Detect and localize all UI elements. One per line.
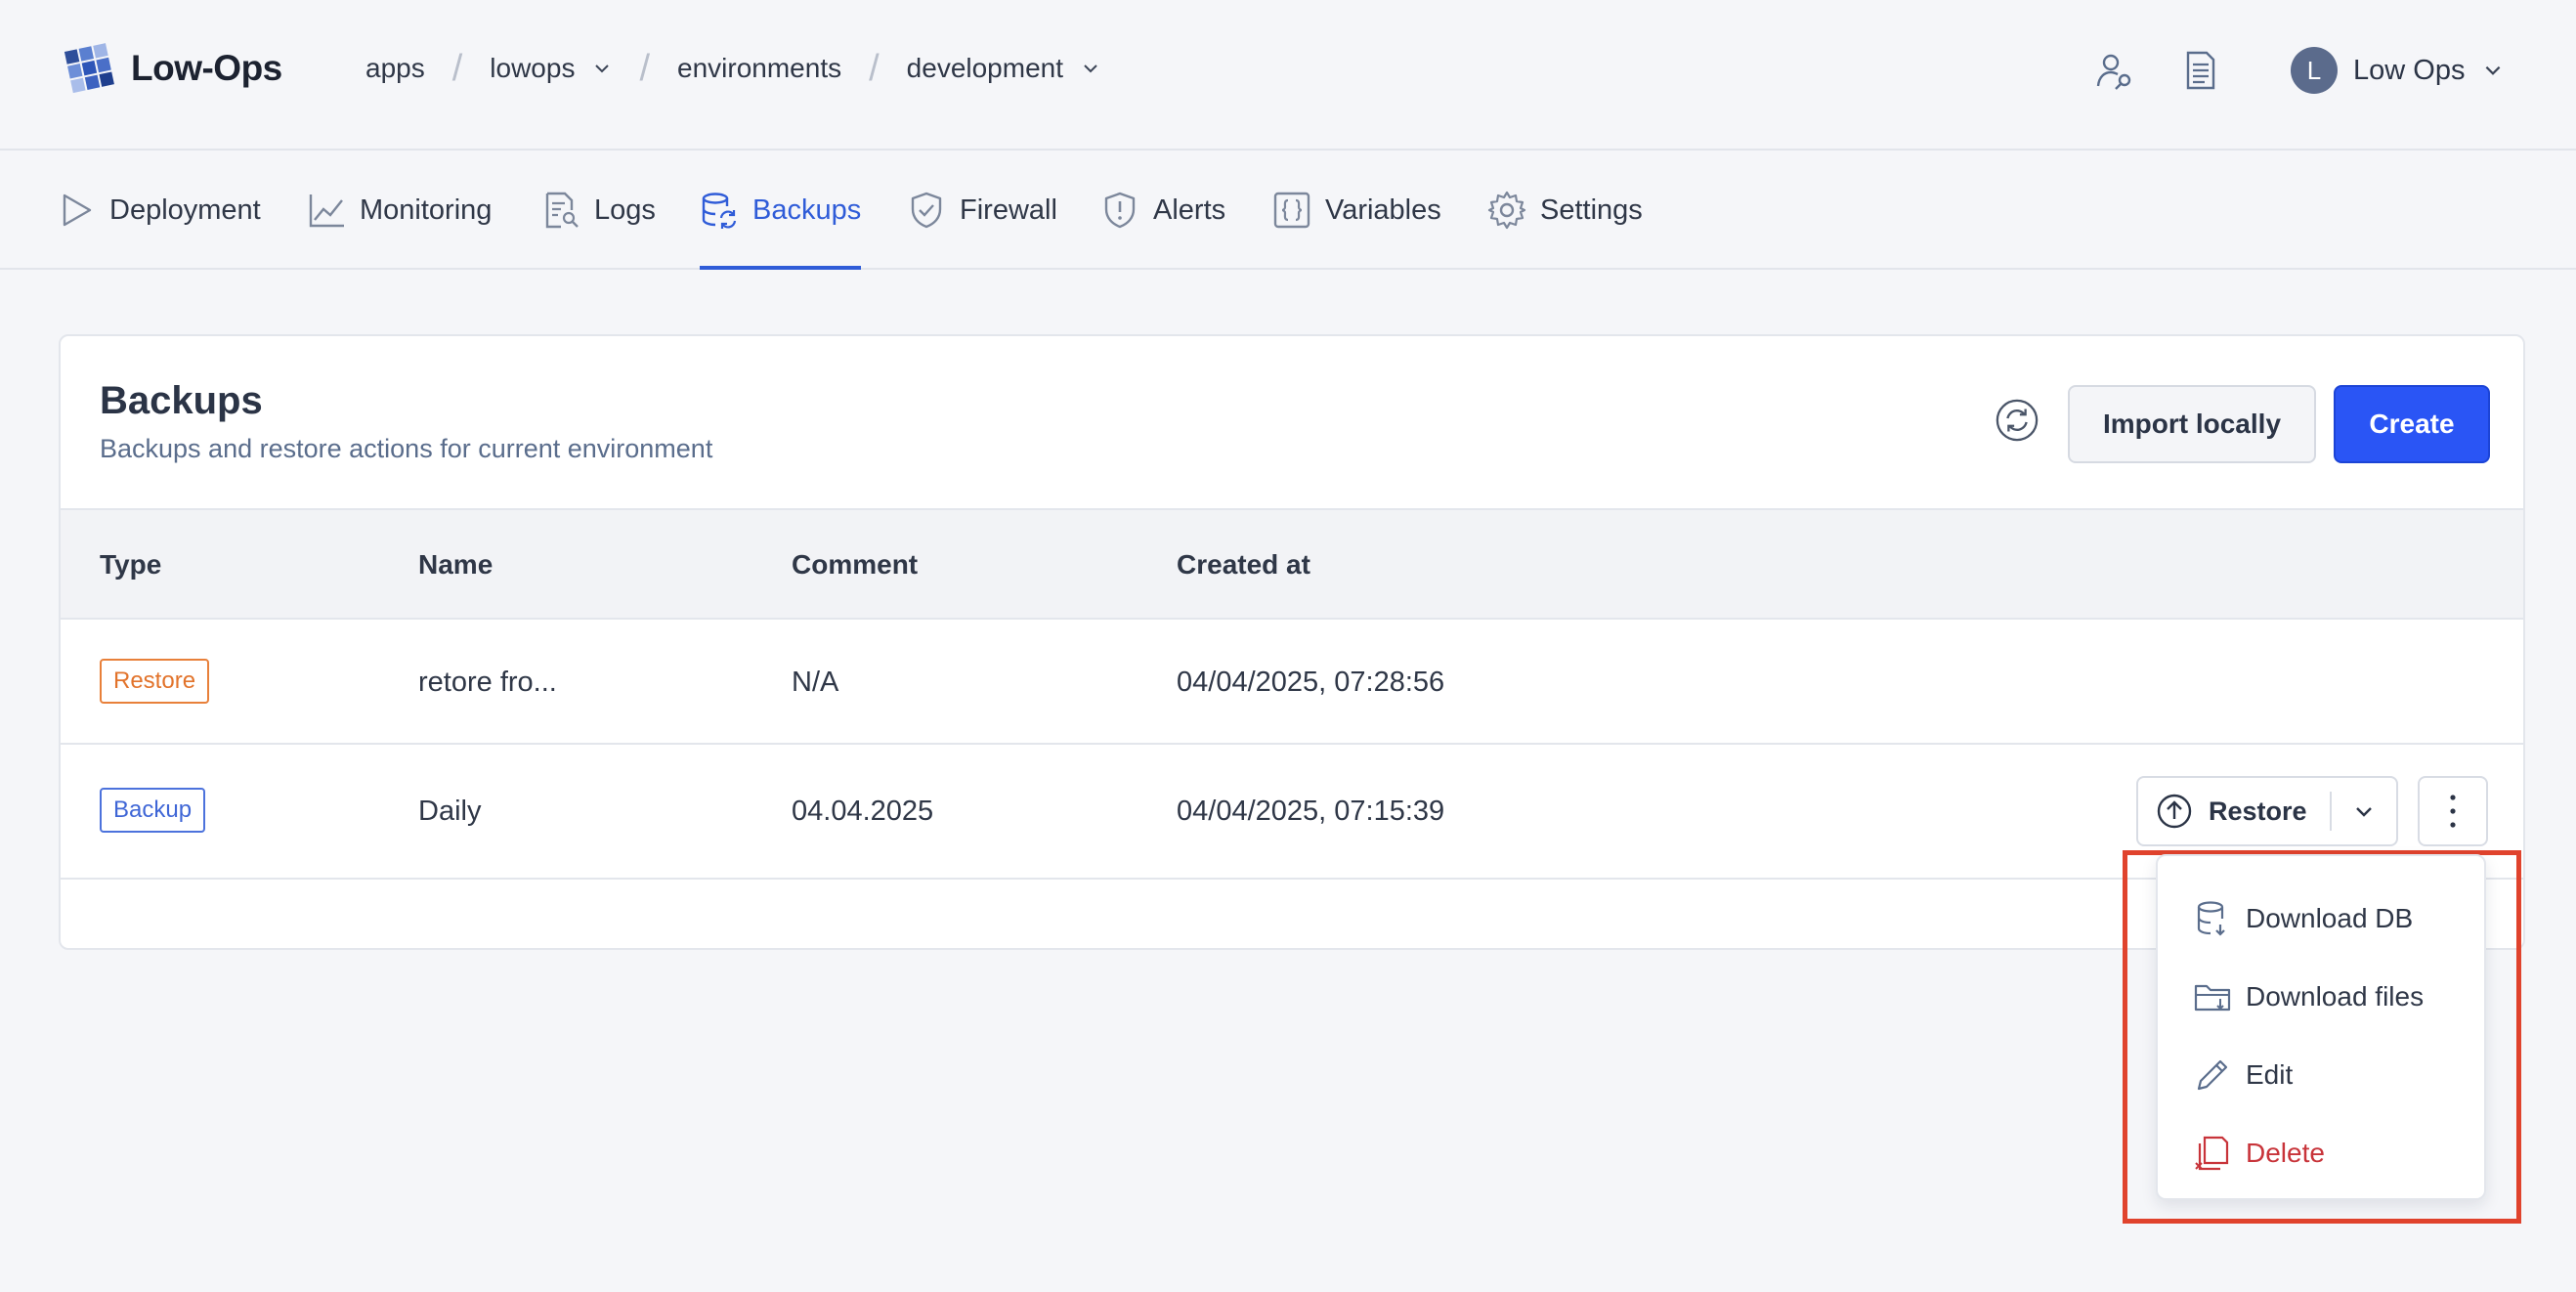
column-header-created-at: Created at	[1177, 549, 1310, 580]
arrow-up-circle-icon	[2157, 794, 2192, 829]
chevron-down-icon	[2486, 65, 2501, 75]
row-name: Daily	[418, 796, 482, 827]
folder-download-icon	[2194, 984, 2231, 1012]
avatar: L	[2291, 47, 2338, 94]
breadcrumb-environments[interactable]: environments	[677, 53, 841, 84]
restore-button[interactable]: Restore	[2138, 778, 2330, 844]
top-bar: Low-Ops apps / lowops / environments / d…	[0, 0, 2576, 151]
tab-label: Alerts	[1153, 194, 1226, 226]
refresh-button[interactable]	[1992, 395, 2042, 446]
braces-icon	[1273, 192, 1310, 229]
breadcrumb-separator: /	[639, 47, 651, 89]
tab-logs[interactable]: Logs	[541, 152, 656, 268]
shield-check-icon	[911, 192, 942, 229]
tab-deployment[interactable]: Deployment	[57, 152, 261, 268]
tab-settings[interactable]: Settings	[1487, 152, 1643, 268]
user-name: Low Ops	[2353, 54, 2466, 86]
row-comment: 04.04.2025	[792, 796, 934, 827]
menu-item-download-files[interactable]: Download files	[2193, 968, 2424, 1026]
log-file-icon	[545, 192, 579, 229]
breadcrumb-label: lowops	[490, 53, 576, 83]
restore-split-button: Restore	[2136, 776, 2398, 846]
play-icon	[63, 194, 92, 227]
document-button[interactable]	[2173, 43, 2228, 98]
chevron-down-icon	[595, 65, 610, 73]
page-subtitle: Backups and restore actions for current …	[100, 434, 713, 463]
table-row: Restore retore fro... N/A 04/04/2025, 07…	[61, 620, 2523, 745]
tab-alerts[interactable]: Alerts	[1100, 152, 1225, 268]
column-header-type: Type	[100, 549, 162, 580]
chart-line-icon	[309, 194, 344, 228]
menu-item-label: Download DB	[2246, 903, 2414, 933]
menu-item-label: Edit	[2246, 1059, 2294, 1090]
menu-item-edit[interactable]: Edit	[2193, 1046, 2293, 1104]
type-badge-restore: Restore	[100, 659, 210, 704]
tab-label: Firewall	[960, 194, 1057, 226]
tab-label: Settings	[1540, 194, 1643, 226]
page-title: Backups	[100, 379, 263, 422]
tab-variables[interactable]: Variables	[1272, 152, 1441, 268]
row-name: retore fro...	[418, 667, 557, 698]
breadcrumb: apps / lowops / environments / developme…	[365, 43, 1100, 94]
breadcrumb-development[interactable]: development	[907, 53, 1100, 84]
user-key-button[interactable]	[2087, 43, 2142, 98]
row-created-at: 04/04/2025, 07:15:39	[1177, 796, 1445, 827]
breadcrumb-apps[interactable]: apps	[365, 53, 425, 84]
logo-icon	[64, 43, 114, 94]
table-header: Type Name Comment Created at	[61, 508, 2523, 620]
tab-firewall[interactable]: Firewall	[907, 152, 1057, 268]
import-locally-button[interactable]: Import locally	[2068, 385, 2316, 463]
app-name: Low-Ops	[131, 48, 282, 88]
restore-label: Restore	[2209, 796, 2307, 826]
tab-label: Logs	[594, 194, 656, 226]
menu-item-download-db[interactable]: Download DB	[2193, 889, 2413, 948]
breadcrumb-separator: /	[869, 47, 880, 89]
user-key-icon	[2096, 54, 2131, 90]
breadcrumb-label: development	[906, 53, 1064, 83]
chevron-down-icon	[1084, 65, 1097, 73]
tab-bar: Deployment Monitoring Logs Backups Firew…	[0, 152, 2576, 270]
restore-options-button[interactable]	[2332, 778, 2396, 844]
breadcrumb-label: environments	[677, 53, 842, 83]
pencil-icon	[2197, 1059, 2228, 1091]
tab-label: Deployment	[109, 194, 261, 226]
gear-icon	[1487, 191, 1526, 230]
breadcrumb-lowops[interactable]: lowops	[490, 53, 612, 84]
column-header-comment: Comment	[792, 549, 919, 580]
more-vertical-icon	[2450, 795, 2456, 828]
tab-label: Backups	[752, 194, 862, 226]
user-menu[interactable]: L Low Ops	[2291, 47, 2504, 94]
type-badge-backup: Backup	[100, 788, 206, 833]
menu-item-label: Download files	[2246, 981, 2425, 1012]
tab-backups[interactable]: Backups	[700, 152, 862, 270]
row-comment: N/A	[792, 667, 839, 698]
row-created-at: 04/04/2025, 07:28:56	[1177, 667, 1445, 698]
menu-item-label: Delete	[2246, 1138, 2325, 1168]
tab-label: Variables	[1325, 194, 1441, 226]
trash-icon	[2195, 1136, 2229, 1171]
shield-alert-icon	[1104, 192, 1136, 229]
breadcrumb-label: apps	[365, 53, 425, 83]
actions-menu: Download DB Download files Edit Delete	[2156, 854, 2486, 1200]
logo[interactable]: Low-Ops	[61, 39, 282, 98]
more-actions-button[interactable]	[2418, 776, 2488, 846]
tab-label: Monitoring	[360, 194, 493, 226]
column-header-name: Name	[418, 549, 494, 580]
database-sync-icon	[702, 193, 737, 229]
document-icon	[2186, 51, 2215, 90]
chevron-down-icon	[2356, 807, 2372, 817]
refresh-icon	[1996, 399, 2039, 442]
menu-item-delete[interactable]: Delete	[2193, 1124, 2325, 1183]
create-button[interactable]: Create	[2334, 385, 2490, 463]
database-download-icon	[2197, 901, 2225, 936]
tab-monitoring[interactable]: Monitoring	[307, 152, 492, 268]
breadcrumb-separator: /	[451, 47, 463, 89]
